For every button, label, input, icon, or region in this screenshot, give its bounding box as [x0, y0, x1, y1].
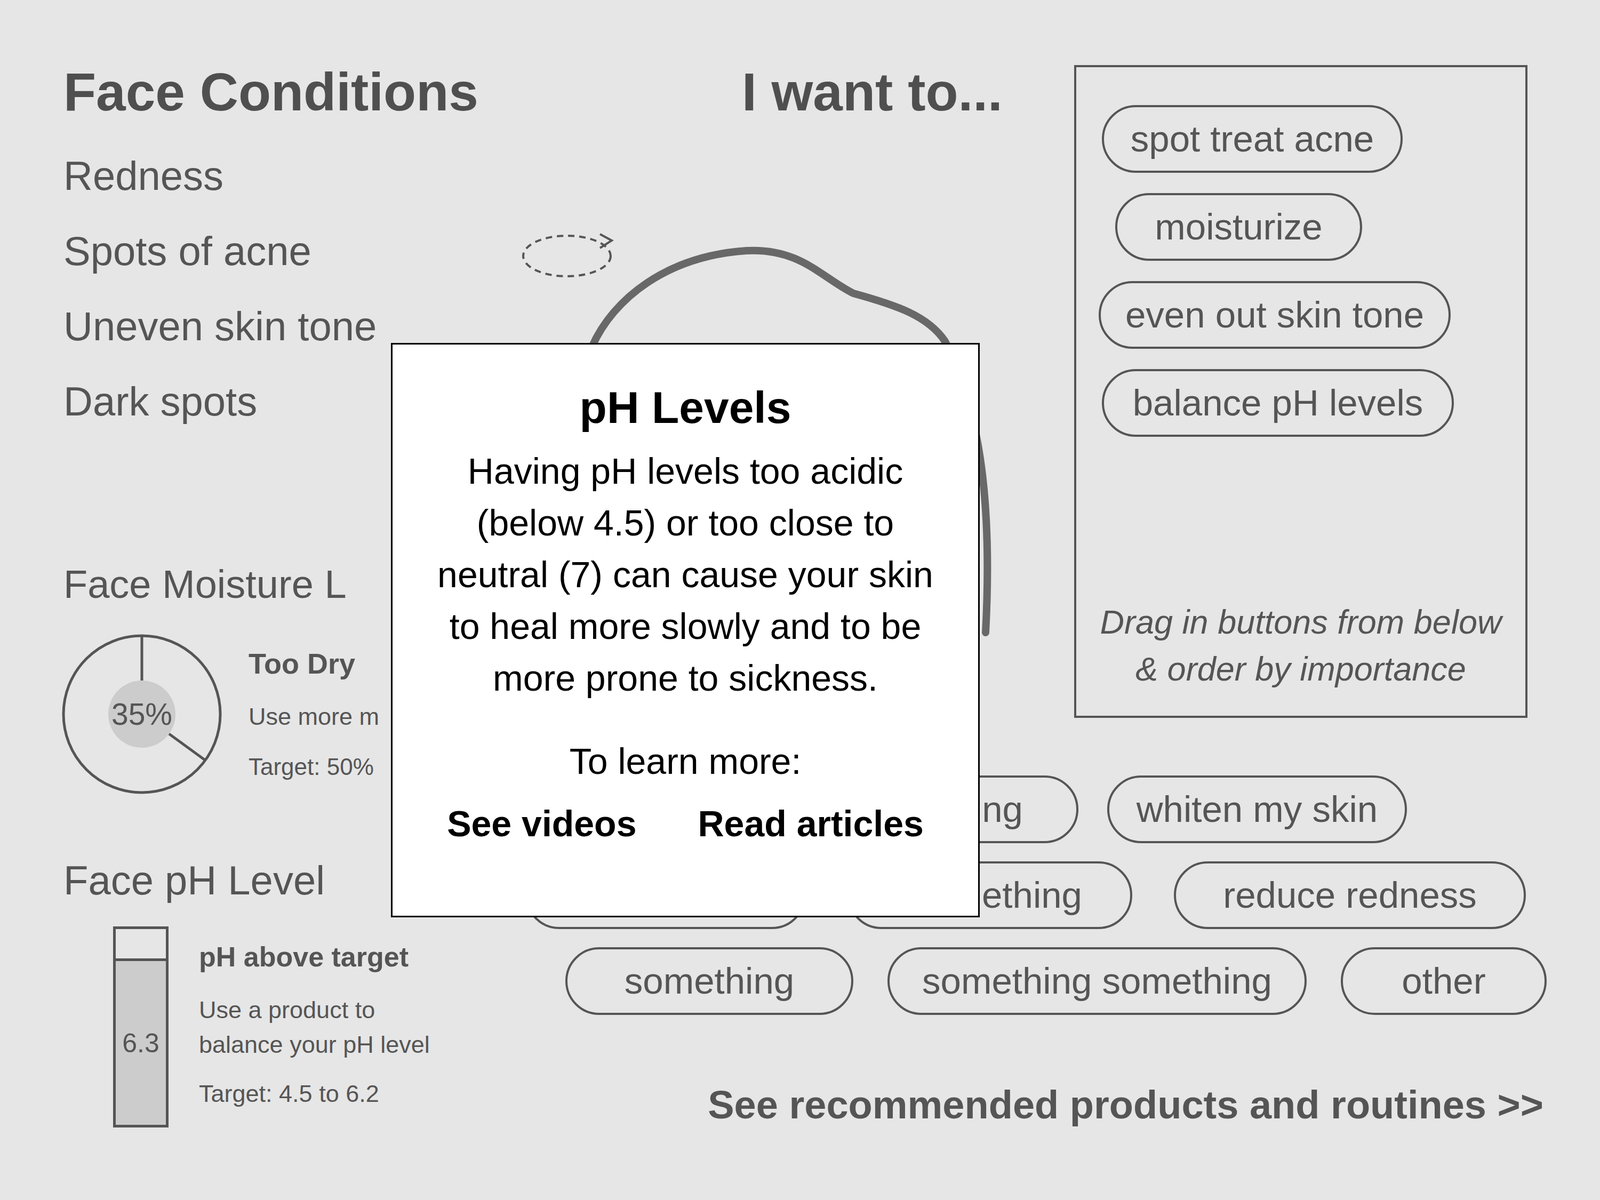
ph-meter-fill: 6.3: [115, 958, 166, 1125]
goal-option-row: something something something other: [565, 947, 1547, 1015]
goal-chip[interactable]: even out skin tone: [1098, 281, 1451, 349]
canvas: Face ConditionsRednessSpots of acneUneve…: [0, 0, 1600, 1200]
moisture-status: Too Dry: [248, 642, 380, 685]
moisture-advice: Use more m: [248, 695, 380, 739]
moisture-title: Face Moisture L: [63, 554, 380, 615]
ph-info-popup: pH Levels Having pH levels too acidic(bel…: [390, 342, 980, 918]
goal-chip[interactable]: balance pH levels: [1101, 369, 1454, 437]
popup-title: pH Levels: [579, 381, 792, 434]
chosen-goal-list: spot treat acne moisturize even out skin t…: [1076, 105, 1526, 437]
hint-line: Drag in buttons from below: [1100, 598, 1502, 646]
moisture-gauge: 35%: [59, 631, 225, 797]
ph-row: 6.3 pH above target Use a product tobalanc…: [63, 926, 430, 1128]
goal-option-chip[interactable]: other: [1340, 947, 1547, 1015]
ph-reading: 6.3: [122, 1029, 160, 1057]
moisture-info: Too Dry Use more m Target: 50%: [248, 631, 380, 797]
ph-advice: Use a product tobalance your pH level: [198, 992, 430, 1062]
moisture-target: Target: 50%: [248, 745, 380, 789]
popup-links: See videos Read articles: [446, 797, 924, 850]
moisture-panel: Face Moisture L 35% Too Dry Use more m Targe…: [63, 554, 380, 797]
ph-advice-line: balance your pH level: [198, 1027, 430, 1062]
ph-advice-line: Use a product to: [198, 992, 430, 1028]
condition-item[interactable]: Redness: [63, 138, 479, 214]
ph-status: pH above target: [198, 935, 430, 979]
goal-option-chip[interactable]: something something: [887, 947, 1307, 1015]
goal-option-chip[interactable]: whiten my skin: [1107, 775, 1407, 844]
popup-body-line: Having pH levels too acidic: [467, 445, 903, 498]
ph-meter: 6.3: [113, 926, 169, 1128]
popup-link[interactable]: Read articles: [697, 797, 924, 850]
goal-chip[interactable]: spot treat acne: [1101, 105, 1403, 173]
goals-title: I want to...: [741, 57, 1003, 127]
hint-line: & order by importance: [1135, 645, 1467, 693]
gauge-center: 35%: [59, 631, 225, 797]
popup-learn-more: To learn more:: [569, 735, 802, 788]
ph-target: Target: 4.5 to 6.2: [198, 1076, 430, 1111]
recommendations-link[interactable]: See recommended products and routines >>: [707, 1078, 1544, 1132]
goal-chip[interactable]: moisturize: [1115, 193, 1363, 261]
goal-option-chip[interactable]: reduce redness: [1173, 861, 1526, 930]
rotate-icon[interactable]: [520, 226, 622, 286]
moisture-row: 35% Too Dry Use more m Target: 50%: [63, 631, 380, 797]
dropzone-hint: Drag in buttons from below& order by imp…: [1076, 598, 1526, 693]
popup-link[interactable]: See videos: [446, 797, 637, 850]
ph-info: pH above target Use a product tobalance y…: [198, 926, 430, 1128]
gauge-reading: 35%: [111, 699, 173, 730]
face-conditions-title: Face Conditions: [63, 57, 479, 127]
popup-body: Having pH levels too acidic(below 4.5) o…: [437, 445, 934, 704]
goals-dropzone[interactable]: spot treat acne moisturize even out skin t…: [1074, 65, 1528, 718]
ph-panel: Face pH Level 6.3 pH above target Use a pro…: [63, 850, 430, 1128]
condition-item[interactable]: Spots of acne: [63, 213, 479, 289]
goal-option-chip[interactable]: something: [565, 947, 854, 1015]
ph-title: Face pH Level: [63, 850, 430, 911]
popup-body-line: more prone to sickness.: [492, 652, 878, 704]
popup-body-line: neutral (7) can cause your skin: [437, 548, 934, 601]
popup-body-line: (below 4.5) or too close to: [476, 497, 894, 549]
popup-body-line: to heal more slowly and to be: [449, 600, 922, 653]
gauge-needle: [169, 733, 206, 760]
